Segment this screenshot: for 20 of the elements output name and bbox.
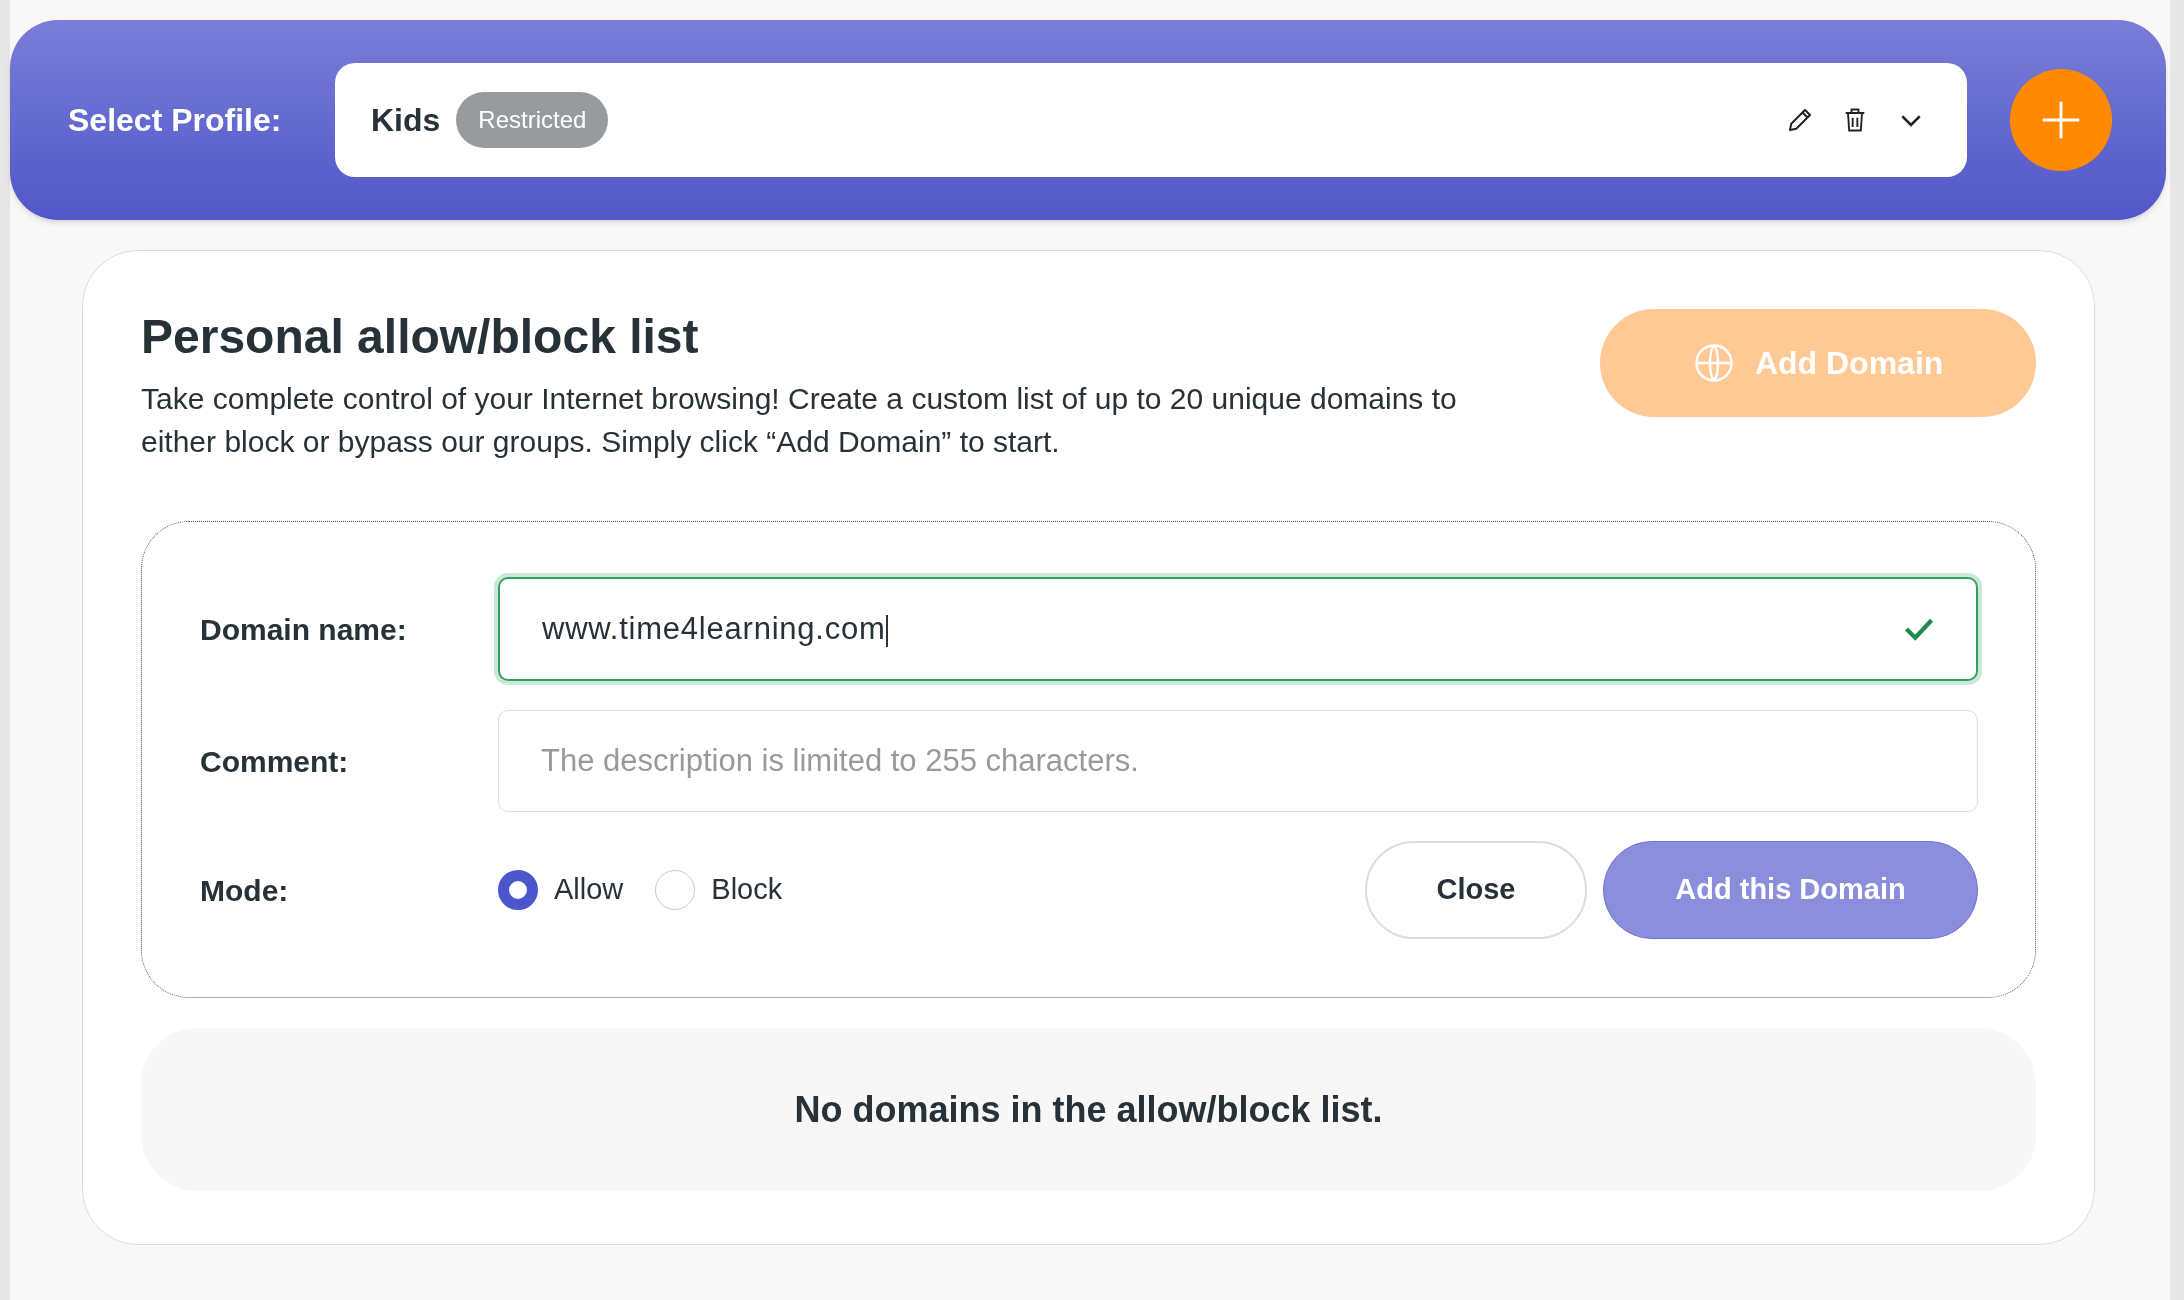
radio-button[interactable] <box>498 870 538 910</box>
empty-list-message: No domains in the allow/block list. <box>794 1087 1383 1132</box>
domain-name-value: www.time4learning.com <box>542 609 889 649</box>
profile-select[interactable]: Kids Restricted <box>335 63 1967 177</box>
comment-input[interactable]: The description is limited to 255 characters. <box>498 710 1978 812</box>
checkmark-icon <box>1904 616 1934 642</box>
mode-radio-option[interactable]: Allow <box>498 868 624 912</box>
radio-label: Allow <box>554 872 624 908</box>
profile-name: Kids <box>371 101 441 140</box>
card-title: Personal allow/block list <box>141 309 700 365</box>
comment-label: Comment: <box>200 743 350 780</box>
globe-icon <box>1692 342 1735 384</box>
mode-label: Mode: <box>200 872 290 909</box>
restricted-badge: Restricted <box>456 92 609 148</box>
card-description: Take complete control of your Internet browsing! Create a custom list of up to 20 unique domains to either block or bypass our groups. Simply click “Add Domain” to start. <box>141 381 1458 460</box>
domain-name-label: Domain name: <box>200 611 408 648</box>
radio-label: Block <box>711 872 783 908</box>
mode-radio-option[interactable]: Block <box>655 868 783 912</box>
close-button[interactable]: Close <box>1365 841 1587 939</box>
select-profile-label: Select Profile: <box>68 101 283 140</box>
